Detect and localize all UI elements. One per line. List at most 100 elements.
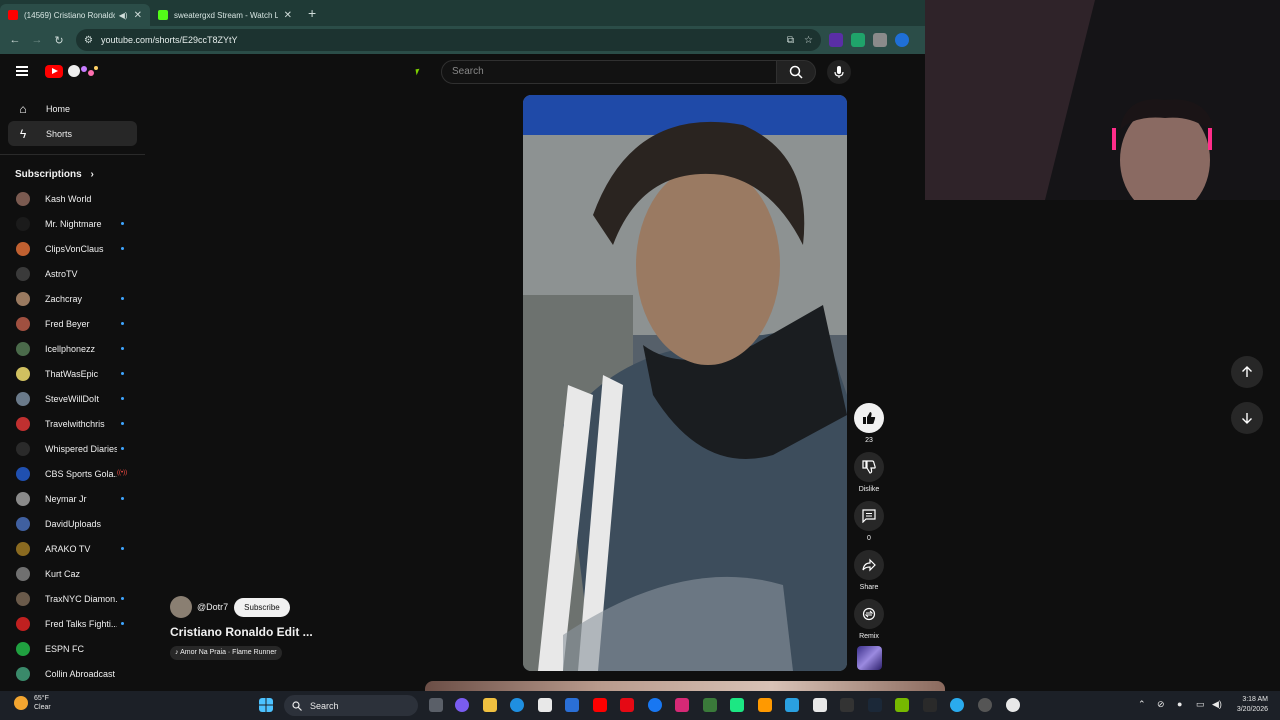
volume-icon[interactable]: ◀) bbox=[1212, 699, 1222, 710]
subscription-item[interactable]: Neymar Jr bbox=[0, 486, 145, 511]
url-field[interactable]: ⚙ youtube.com/shorts/E29ccT8ZYtY ⧉ ☆ bbox=[76, 29, 821, 51]
subscription-item[interactable]: Fred Talks Fighti... bbox=[0, 611, 145, 636]
extension-k-icon[interactable] bbox=[829, 33, 843, 47]
search-icon bbox=[292, 700, 302, 711]
channel-avatar[interactable] bbox=[170, 596, 192, 618]
next-short-preview[interactable] bbox=[425, 681, 945, 691]
bookmark-star-icon[interactable]: ☆ bbox=[804, 35, 813, 46]
steam-icon[interactable] bbox=[868, 698, 882, 712]
subscription-item[interactable]: Kurt Caz bbox=[0, 561, 145, 586]
nvidia-icon[interactable] bbox=[895, 698, 909, 712]
subscription-name: Mr. Nightmare bbox=[45, 218, 102, 229]
close-tab-icon[interactable]: ✕ bbox=[134, 10, 142, 21]
extension-puzzle-icon[interactable] bbox=[873, 33, 887, 47]
new-content-dot bbox=[121, 497, 124, 500]
tab-kick[interactable]: sweatergxd Stream - Watch Liv ✕ bbox=[150, 4, 300, 26]
close-tab-icon[interactable]: ✕ bbox=[284, 10, 292, 21]
system-clock[interactable]: 3:18 AM 3/20/2026 bbox=[1228, 695, 1268, 715]
capcut-icon[interactable] bbox=[840, 698, 854, 712]
youtube-logo[interactable] bbox=[45, 65, 63, 78]
file-explorer-icon[interactable] bbox=[483, 698, 497, 712]
subscription-item[interactable]: Zachcray bbox=[0, 286, 145, 311]
prime-video-icon[interactable] bbox=[785, 698, 799, 712]
amazon-icon[interactable] bbox=[758, 698, 772, 712]
subscribe-button[interactable]: Subscribe bbox=[234, 597, 290, 617]
subscription-item[interactable]: Whispered Diaries bbox=[0, 436, 145, 461]
subscription-item[interactable]: DavidUploads bbox=[0, 511, 145, 536]
task-view-icon[interactable] bbox=[429, 698, 443, 712]
subscriptions-heading[interactable]: Subscriptions › bbox=[0, 163, 145, 186]
roblox-icon[interactable] bbox=[813, 698, 827, 712]
back-icon[interactable]: ← bbox=[4, 34, 26, 46]
edge-icon[interactable] bbox=[510, 698, 524, 712]
subscription-name: Fred Beyer bbox=[45, 318, 90, 329]
subscription-item[interactable]: ClipsVonClaus bbox=[0, 236, 145, 261]
comments-button[interactable] bbox=[854, 501, 884, 531]
voice-search-button[interactable] bbox=[827, 60, 851, 84]
weather-widget[interactable]: 65°F Clear bbox=[14, 694, 51, 712]
subscription-item[interactable]: Fred Beyer bbox=[0, 311, 145, 336]
channel-name[interactable]: @Dotr7 bbox=[197, 602, 228, 612]
extension-blue-icon[interactable] bbox=[895, 33, 909, 47]
subscription-item[interactable]: Collin Abroadcast bbox=[0, 661, 145, 686]
short-title[interactable]: Cristiano Ronaldo Edit ... bbox=[170, 625, 313, 639]
copilot-icon[interactable] bbox=[455, 698, 469, 712]
new-content-dot bbox=[121, 222, 124, 225]
subscription-item[interactable]: ThatWasEpic bbox=[0, 361, 145, 386]
subscription-item[interactable]: ESPN FC bbox=[0, 636, 145, 661]
arrow-up-icon bbox=[1242, 366, 1252, 377]
subscription-item[interactable]: ARAKO TV bbox=[0, 536, 145, 561]
network-off-icon[interactable]: ⊘ bbox=[1157, 699, 1165, 710]
new-tab-icon[interactable]: + bbox=[308, 5, 316, 21]
youtube-header: Search bbox=[0, 54, 925, 90]
photos-icon[interactable] bbox=[703, 698, 717, 712]
windows-start-icon[interactable] bbox=[259, 698, 273, 712]
music-pill[interactable]: ♪ Amor Na Praia · Flame Runner bbox=[170, 646, 282, 660]
like-button[interactable] bbox=[854, 403, 884, 433]
obs-icon[interactable] bbox=[978, 698, 992, 712]
tab-youtube[interactable]: (14569) Cristiano Ronaldo E ◀) ✕ bbox=[0, 4, 150, 26]
extension-counter-icon[interactable] bbox=[851, 33, 865, 47]
menu-icon[interactable] bbox=[16, 66, 28, 76]
epic-games-icon[interactable] bbox=[923, 698, 937, 712]
subscription-item[interactable]: Kash World bbox=[0, 186, 145, 211]
site-info-icon[interactable]: ⚙ bbox=[84, 35, 93, 46]
youtube-app-icon[interactable] bbox=[593, 698, 607, 712]
subscription-item[interactable]: CBS Sports Gola... ((•)) bbox=[0, 461, 145, 486]
chrome-icon[interactable] bbox=[1006, 698, 1020, 712]
reload-icon[interactable]: ↻ bbox=[48, 34, 70, 47]
subscription-item[interactable]: AstroTV bbox=[0, 261, 145, 286]
store-icon[interactable] bbox=[538, 698, 552, 712]
sidebar-item-shorts[interactable]: ϟ Shorts bbox=[8, 121, 137, 146]
subscription-item[interactable]: SteveWillDoIt bbox=[0, 386, 145, 411]
subscription-item[interactable]: Icellphonezz bbox=[0, 336, 145, 361]
facebook-icon[interactable] bbox=[648, 698, 662, 712]
search-button[interactable] bbox=[776, 60, 816, 84]
next-short-button[interactable] bbox=[1231, 402, 1263, 434]
mail-icon[interactable] bbox=[565, 698, 579, 712]
sidebar-item-home[interactable]: ⌂ Home bbox=[8, 96, 137, 121]
subscription-name: Zachcray bbox=[45, 293, 83, 304]
telegram-icon[interactable] bbox=[950, 698, 964, 712]
subscription-item[interactable]: Travelwithchris bbox=[0, 411, 145, 436]
tray-overflow-icon[interactable]: ⌃ bbox=[1138, 699, 1146, 710]
audio-playing-icon[interactable]: ◀) bbox=[119, 11, 128, 20]
youtube-doodle-icon[interactable] bbox=[66, 62, 100, 80]
previous-short-button[interactable] bbox=[1231, 356, 1263, 388]
shorts-video-player[interactable] bbox=[523, 95, 847, 671]
forward-icon[interactable]: → bbox=[26, 34, 48, 46]
taskbar-search[interactable]: Search bbox=[284, 695, 418, 716]
hulu-icon[interactable] bbox=[730, 698, 744, 712]
sound-thumbnail[interactable] bbox=[857, 646, 882, 670]
instagram-icon[interactable] bbox=[675, 698, 689, 712]
subscription-item[interactable]: TraxNYC Diamon... bbox=[0, 586, 145, 611]
search-input[interactable]: Search bbox=[441, 60, 777, 84]
share-button[interactable] bbox=[854, 550, 884, 580]
install-app-icon[interactable]: ⧉ bbox=[787, 35, 794, 46]
microphone-tray-icon[interactable]: ● bbox=[1177, 699, 1182, 709]
display-icon[interactable]: ▭ bbox=[1196, 699, 1205, 710]
dislike-button[interactable] bbox=[854, 452, 884, 482]
remix-button[interactable] bbox=[854, 599, 884, 629]
subscription-item[interactable]: Mr. Nightmare bbox=[0, 211, 145, 236]
netflix-icon[interactable] bbox=[620, 698, 634, 712]
